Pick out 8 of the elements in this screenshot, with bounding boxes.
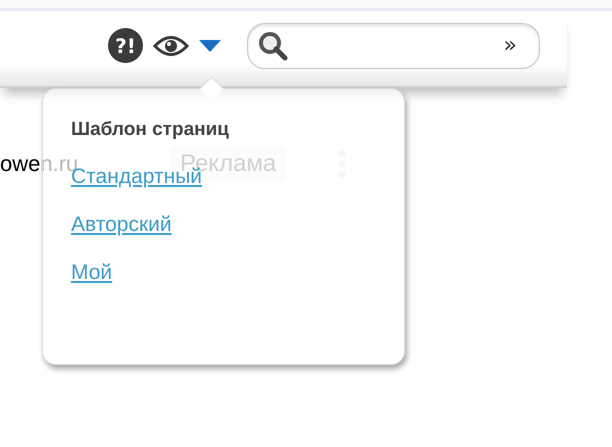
eye-icon[interactable] (153, 34, 189, 56)
search-icon (258, 30, 288, 60)
search-submit-button[interactable]: » (504, 34, 517, 56)
help-glyph: ?! (115, 34, 136, 58)
menu-title: Шаблон страниц (71, 119, 230, 141)
dropdown-caret-icon[interactable] (199, 40, 221, 52)
search-field[interactable]: » (247, 22, 540, 68)
help-icon[interactable]: ?! (108, 28, 143, 63)
